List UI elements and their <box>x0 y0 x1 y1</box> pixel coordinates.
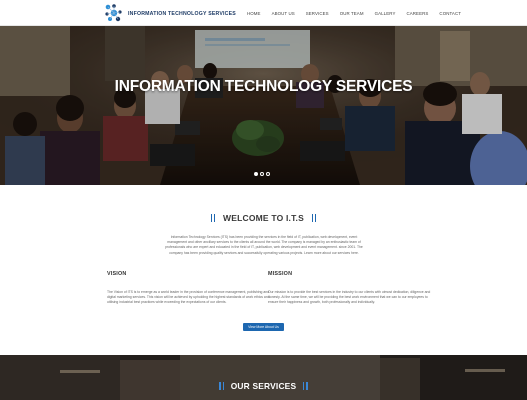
welcome-heading: WELCOME TO I.T.S <box>0 213 527 223</box>
nav-item-about-us[interactable]: ABOUT US <box>272 11 295 16</box>
site-header: INFORMATION TECHNOLOGY SERVICES HOME ABO… <box>0 0 527 26</box>
services-title-text: OUR SERVICES <box>230 381 297 391</box>
heading-bar-right <box>311 214 313 222</box>
hero-photo <box>0 26 527 185</box>
heading-bar-right <box>306 382 308 390</box>
heading-bar-left <box>222 382 225 390</box>
services-section <box>0 355 527 400</box>
vision-heading: VISION <box>107 271 127 277</box>
hero-title: INFORMATION TECHNOLOGY SERVICES <box>114 78 413 95</box>
heading-bar-right <box>314 214 317 222</box>
brand-logo[interactable]: INFORMATION TECHNOLOGY SERVICES <box>103 3 236 23</box>
nav-item-home[interactable]: HOME <box>247 11 261 16</box>
slider-dot[interactable] <box>260 172 264 176</box>
mission-text: Our mission is to provide the best servi… <box>268 290 431 305</box>
vision-text: The Vision of ITS is to emerge as a worl… <box>107 290 270 305</box>
main-nav: HOME ABOUT US SERVICES OUR TEAM GALLERY … <box>247 0 472 26</box>
logo-icon <box>105 4 122 22</box>
services-heading: OUR SERVICES <box>0 381 527 391</box>
services-background-photo <box>0 355 527 400</box>
nav-item-contact[interactable]: CONTACT <box>439 11 461 16</box>
heading-bar-left <box>214 214 216 222</box>
slider-pagination <box>254 172 272 176</box>
nav-item-careers[interactable]: CAREERS <box>406 11 428 16</box>
nav-item-our-team[interactable]: OUR TEAM <box>340 11 364 16</box>
nav-item-services[interactable]: SERVICES <box>306 11 329 16</box>
slider-dot[interactable] <box>254 172 258 176</box>
heading-bar-right <box>302 382 305 390</box>
heading-bar-left <box>210 214 213 222</box>
heading-bar-left <box>219 382 221 390</box>
view-more-about-us-button[interactable]: View More About Us <box>243 323 284 331</box>
mission-heading: MISSION <box>268 271 293 277</box>
slider-dot[interactable] <box>266 172 270 176</box>
hero-slider[interactable]: INFORMATION TECHNOLOGY SERVICES <box>0 26 527 185</box>
brand-name: INFORMATION TECHNOLOGY SERVICES <box>128 10 236 17</box>
welcome-title-text: WELCOME TO I.T.S <box>223 213 304 223</box>
welcome-intro: Information Technology Services (ITS) ha… <box>165 235 363 255</box>
nav-item-gallery[interactable]: GALLERY <box>375 11 396 16</box>
